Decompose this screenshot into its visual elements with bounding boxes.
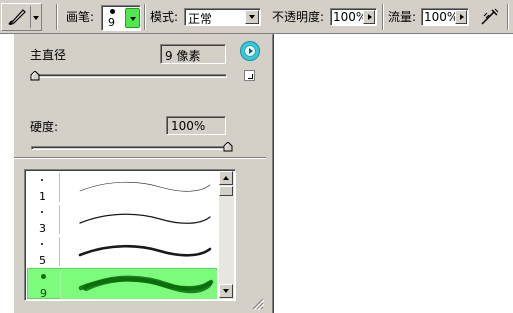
brush-size-label: 9 [40,287,47,300]
toolbar-separator [144,4,146,30]
brush-preset-item[interactable]: 5 [27,236,217,267]
sample-size-button[interactable] [244,70,255,81]
chevron-down-icon [33,16,39,20]
opacity-field[interactable]: 100% [330,8,377,26]
brush-tip-dot [41,243,43,245]
brush-picker-popup: 主直径 9 像素 硬度: 100% 1 3 5 9 [13,34,273,313]
scroll-thumb[interactable] [219,186,233,196]
opacity-label: 不透明度: [272,10,325,24]
hardness-slider-thumb[interactable] [223,141,233,152]
brush-preset-item[interactable]: 3 [27,204,217,235]
tool-preset-button[interactable] [1,3,42,31]
brush-size-label: 3 [39,222,46,235]
options-toolbar: 画笔: 9 模式: 正常 不透明度: 100% 流量: 100% [0,0,513,34]
brush-preset-item[interactable]: 1 [27,172,217,203]
brush-size-label: 1 [39,190,46,203]
mode-value: 正常 [188,12,213,26]
chevron-down-icon [130,17,136,21]
brush-tool-icon [6,7,28,27]
flow-field[interactable]: 100% [421,8,469,26]
brush-size-label: 5 [39,254,46,267]
hardness-slider[interactable] [31,146,229,150]
brush-picker[interactable]: 9 [101,5,141,31]
hardness-value: 100% [171,119,206,133]
diameter-label: 主直径 [30,48,67,62]
opacity-slider-button[interactable] [363,10,375,24]
scroll-down-button[interactable] [219,284,233,298]
scroll-up-button[interactable] [219,171,233,185]
mode-dropdown-button[interactable] [245,10,259,24]
brush-picker-dropdown-button[interactable] [125,8,140,28]
brush-preset-item[interactable]: 9 [27,268,217,300]
flow-value: 100% [424,10,459,24]
chevron-right-icon [460,14,464,20]
chevron-down-icon [223,289,229,293]
brush-stroke-preview [60,270,217,299]
brush-tip-dot [110,9,115,14]
flow-label: 流量: [388,10,417,24]
airbrush-button[interactable] [476,5,502,29]
panel-divider [14,157,266,159]
brush-label: 画笔: [66,10,95,24]
airbrush-icon [478,7,500,30]
chevron-down-icon [249,15,255,19]
brush-tip-dot [41,211,43,213]
brush-presets-list: 1 3 5 9 [24,169,236,301]
flow-slider-button[interactable] [455,10,467,24]
brush-stroke-preview [59,237,216,266]
flyout-menu-arrow-icon[interactable] [240,41,260,61]
toolbar-separator [56,4,58,30]
diameter-slider-thumb[interactable] [30,70,40,81]
brush-tip-dot [41,274,46,279]
hardness-field[interactable]: 100% [166,116,226,135]
chevron-right-icon [368,14,372,20]
hardness-label: 硬度: [30,120,59,134]
brush-size-value: 9 [108,16,115,29]
toolbar-separator [507,4,509,30]
brush-tip-dot [41,179,43,181]
diameter-slider[interactable] [31,74,227,78]
brush-stroke-preview [59,205,216,234]
brush-list-scrollbar[interactable] [219,171,234,299]
brush-stroke-preview [59,173,216,202]
toolbar-separator [382,4,384,30]
mode-label: 模式: [150,10,179,24]
chevron-up-icon [223,176,229,180]
diameter-value: 9 像素 [165,49,201,63]
resize-grip-icon[interactable] [252,298,265,311]
diameter-field[interactable]: 9 像素 [160,44,226,64]
mode-select[interactable]: 正常 [184,8,261,26]
